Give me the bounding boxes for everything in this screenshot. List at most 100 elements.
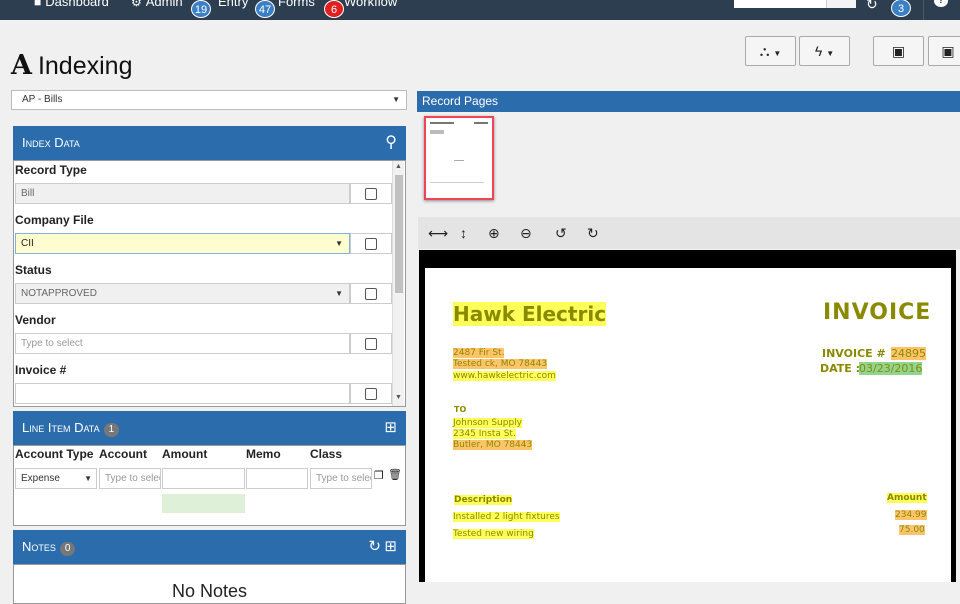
invoice-line-2-desc: Tested new wiring: [453, 529, 534, 539]
scroll-down-icon[interactable]: ▼: [395, 394, 402, 401]
vendor-checkbox[interactable]: [365, 338, 377, 350]
invoice-address-2: Tested ck, MO 78443: [453, 359, 548, 369]
zoom-in-icon[interactable]: ⊕: [488, 225, 500, 242]
forms-count-badge: 47: [255, 0, 275, 18]
invoice-date-value: 03/23/2016: [859, 362, 923, 375]
save-next-button[interactable]: ▣: [928, 36, 960, 66]
workflow-count-badge: 6: [324, 0, 344, 18]
invoice-line-1-amount: 234.99: [895, 510, 927, 520]
status-select[interactable]: NOTAPPROVED ▼: [15, 283, 350, 304]
help-icon[interactable]: ?: [934, 0, 948, 7]
alerts-count-badge[interactable]: 3: [891, 0, 911, 17]
notes-count-badge: 0: [59, 542, 76, 556]
add-line-item-icon[interactable]: ⊞: [384, 411, 397, 445]
company-file-checkbox-cell: [350, 233, 392, 254]
chevron-down-icon: ▼: [335, 289, 343, 298]
invoice-to-3: Butler, MO 78443: [453, 440, 533, 450]
bolt-icon: ϟ: [814, 43, 823, 59]
class-input[interactable]: Type to select: [310, 468, 372, 489]
notes-header: Notes 0 ↻ ⊞: [13, 530, 406, 564]
invoice-to-2: 2345 Insta St.: [453, 429, 516, 439]
col-amount: Amount: [162, 447, 208, 461]
account-input[interactable]: Type to select: [99, 468, 161, 489]
fit-height-icon[interactable]: ↕: [460, 225, 467, 241]
record-type-input[interactable]: Bill: [15, 183, 350, 204]
nav-workflow[interactable]: Workflow: [344, 0, 397, 9]
chevron-down-icon: ▼: [392, 95, 400, 104]
invoice-to-label: TO: [454, 405, 467, 414]
invoice-line-2-amount: 75.00: [899, 525, 925, 535]
page-title: A Indexing: [11, 50, 133, 81]
line-item-panel: Account Type Account Amount Memo Class E…: [13, 445, 406, 526]
rotate-right-icon[interactable]: ↻: [587, 225, 599, 242]
status-label: Status: [15, 263, 52, 277]
invoice-to-1: Johnson Supply: [453, 418, 522, 428]
invoice-company: Hawk Electric: [453, 302, 607, 326]
invoice-amount-label: Amount: [887, 493, 927, 503]
status-checkbox[interactable]: [365, 288, 377, 300]
notes-panel: No Notes: [13, 564, 406, 604]
invoice-number-value: 24895: [891, 347, 926, 360]
memo-input[interactable]: [246, 468, 308, 489]
scroll-thumb[interactable]: [395, 175, 403, 293]
global-search-button[interactable]: [826, 0, 856, 8]
company-file-label: Company File: [15, 213, 94, 227]
save-next-icon: ▣: [941, 43, 955, 59]
app-logo: A: [11, 50, 32, 81]
record-type-label: Record Type: [15, 163, 87, 177]
trash-icon[interactable]: 🗑: [388, 468, 402, 481]
fit-width-icon[interactable]: ⟷: [428, 225, 448, 242]
index-data-panel: Record Type Bill Company File CII ▼ Statu…: [13, 160, 406, 407]
invoice-number-label: Invoice #: [15, 363, 67, 377]
amount-total-cell: [162, 494, 245, 513]
refresh-notes-icon[interactable]: ↻: [368, 530, 381, 564]
line-item-data-header: Line Item Data 1 ⊞: [13, 411, 406, 445]
company-file-select[interactable]: CII ▼: [15, 233, 350, 254]
nav-dashboard[interactable]: ■ Dashboard: [34, 0, 109, 9]
zoom-out-icon[interactable]: ⊖: [520, 225, 532, 242]
global-search-input[interactable]: [734, 0, 826, 8]
index-data-scrollbar[interactable]: ▲ ▼: [392, 161, 404, 406]
no-notes-text: No Notes: [171, 581, 248, 601]
copy-icon[interactable]: ❐: [374, 469, 384, 482]
col-class: Class: [310, 447, 343, 461]
hierarchy-dropdown-button[interactable]: ⛬ ▼: [745, 36, 796, 66]
gear-icon: ⚙: [131, 0, 142, 9]
account-type-select[interactable]: Expense ▼: [15, 468, 97, 489]
scroll-up-icon[interactable]: ▲: [395, 163, 402, 170]
viewer-toolbar: ⟷ ↕ ⊕ ⊖ ↺ ↻: [418, 217, 960, 249]
search-icon[interactable]: ⚲: [385, 126, 397, 160]
vendor-checkbox-cell: [350, 333, 392, 354]
invoice-date-label: DATE :: [820, 362, 861, 375]
nav-entry[interactable]: Entry: [218, 0, 248, 9]
save-button[interactable]: ▣: [873, 36, 924, 66]
invoice-title: INVOICE: [823, 300, 932, 325]
status-checkbox-cell: [350, 283, 392, 304]
record-type-checkbox-cell: [350, 183, 392, 204]
nav-forms[interactable]: Forms: [278, 0, 315, 9]
rotate-left-icon[interactable]: ↺: [555, 225, 567, 242]
nav-admin[interactable]: ⚙ Admin: [131, 0, 183, 9]
add-note-icon[interactable]: ⊞: [384, 530, 397, 564]
template-select[interactable]: AP - Bills ▼: [11, 90, 407, 110]
vendor-input[interactable]: Type to select: [15, 333, 350, 354]
hierarchy-icon: ⛬: [759, 43, 770, 59]
invoice-address-1: 2487 Fir St.: [453, 348, 505, 358]
col-account: Account: [99, 447, 147, 461]
save-icon: ▣: [891, 43, 906, 59]
record-type-checkbox[interactable]: [365, 188, 377, 200]
invoice-number-checkbox[interactable]: [365, 388, 377, 400]
company-file-checkbox[interactable]: [365, 238, 377, 250]
col-account-type: Account Type: [15, 447, 94, 461]
nav-divider: [923, 0, 924, 20]
invoice-number-input[interactable]: [15, 383, 350, 404]
actions-dropdown-button[interactable]: ϟ ▼: [799, 36, 850, 66]
page-thumbnail[interactable]: [424, 116, 494, 200]
amount-input[interactable]: [162, 468, 245, 489]
refresh-icon[interactable]: ↻: [866, 0, 878, 13]
invoice-line-1-desc: Installed 2 light fixtures: [453, 512, 560, 522]
invoice-page: Hawk Electric INVOICE 2487 Fir St. Teste…: [425, 268, 951, 582]
dashboard-icon: ■: [34, 0, 42, 9]
col-memo: Memo: [246, 447, 281, 461]
vendor-label: Vendor: [15, 313, 56, 327]
